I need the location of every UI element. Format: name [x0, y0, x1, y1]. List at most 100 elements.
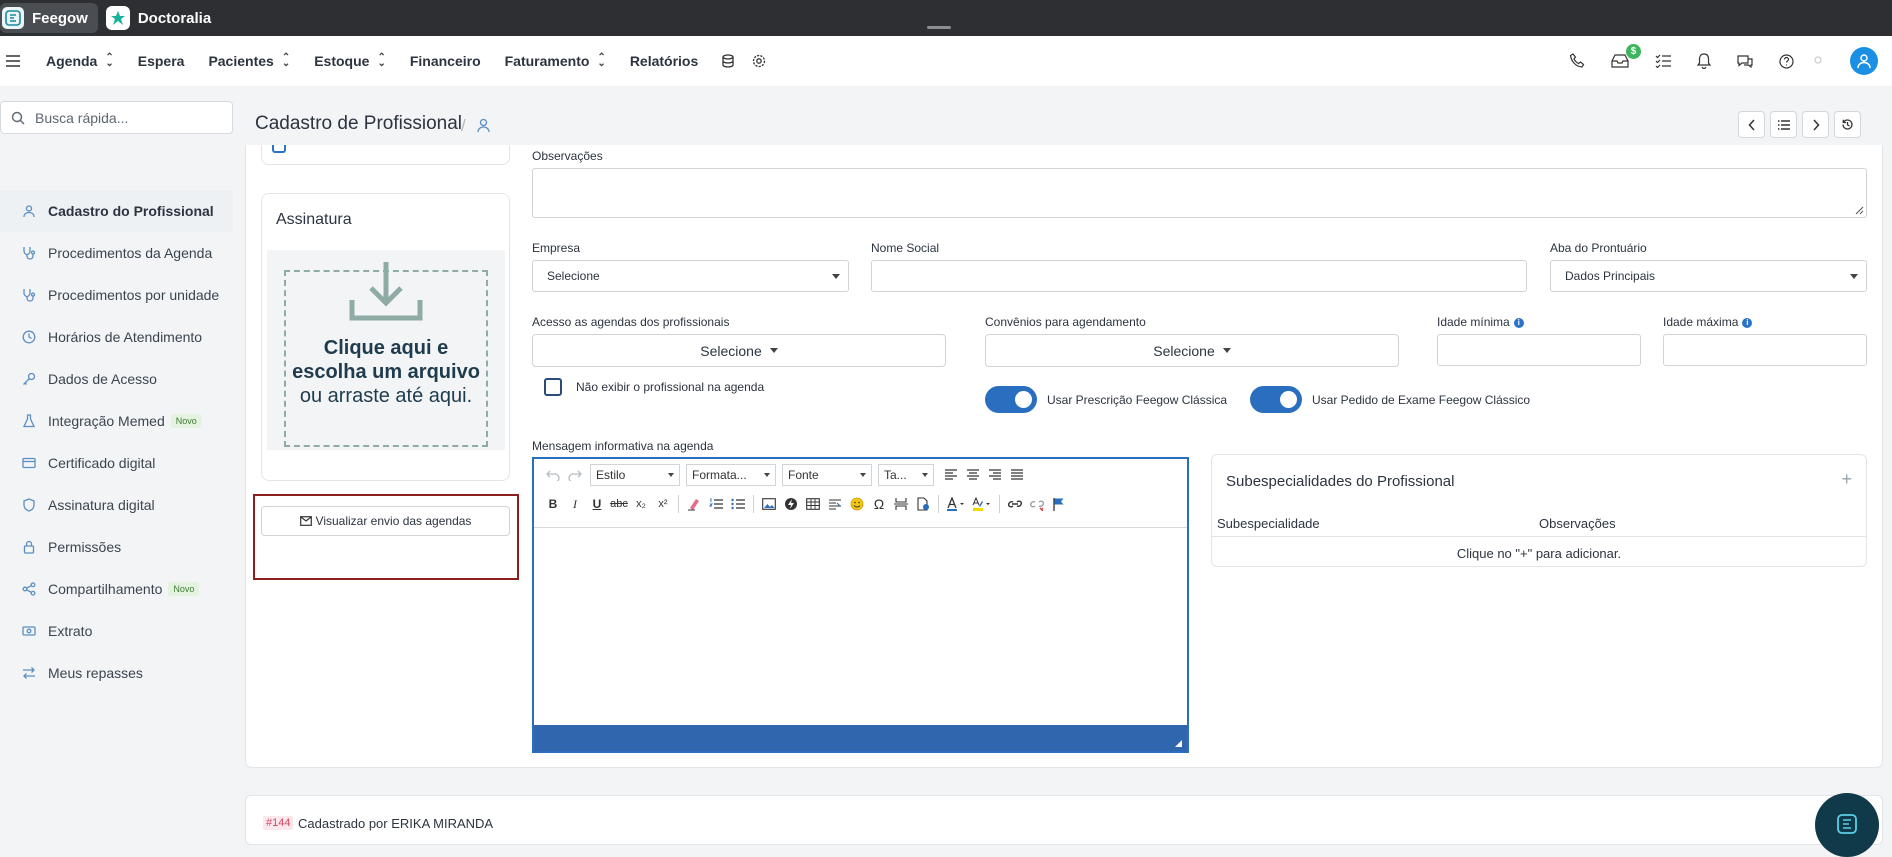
undo-icon[interactable]: [542, 464, 564, 486]
info-icon[interactable]: i: [1513, 318, 1524, 328]
checkbox-fragment[interactable]: [272, 145, 286, 153]
subscript-icon[interactable]: x₂: [630, 493, 652, 515]
sidebar-item-cadastro[interactable]: Cadastro do Profissional: [0, 190, 233, 232]
signature-dropzone[interactable]: Clique aqui e escolha um arquivo ou arra…: [267, 250, 505, 450]
nao-exibir-checkbox[interactable]: [544, 378, 562, 396]
size-dropdown[interactable]: Ta...: [878, 464, 934, 486]
empresa-select[interactable]: Selecione: [532, 260, 849, 292]
add-subspecialty-button[interactable]: +: [1841, 469, 1852, 490]
tab-doctoralia[interactable]: Doctoralia: [104, 3, 221, 33]
nav-espera[interactable]: Espera: [138, 53, 185, 69]
sidebar-item-horarios[interactable]: Horários de Atendimento: [0, 316, 233, 358]
resize-grip-icon[interactable]: [1174, 739, 1183, 748]
phone-icon[interactable]: [1569, 53, 1585, 69]
user-avatar[interactable]: [1850, 47, 1878, 75]
column-header-observacoes: Observações: [1539, 516, 1616, 531]
observacoes-textarea[interactable]: [532, 168, 1867, 218]
idade-maxima-input[interactable]: [1663, 334, 1867, 366]
hamburger-menu-icon[interactable]: [6, 55, 20, 67]
window-drag-handle[interactable]: [927, 26, 951, 29]
settings-gear-icon[interactable]: [752, 54, 766, 68]
nav-financeiro[interactable]: Financeiro: [410, 53, 481, 69]
table-icon[interactable]: [802, 493, 824, 515]
sidebar-item-extrato[interactable]: Extrato: [0, 610, 233, 652]
next-button[interactable]: [1802, 111, 1829, 138]
link-icon[interactable]: [1004, 493, 1026, 515]
anchor-flag-icon[interactable]: [1048, 493, 1070, 515]
bullet-list-icon[interactable]: [727, 493, 749, 515]
sort-chevron-icon: ⌃ ⌄: [377, 52, 386, 69]
quick-search[interactable]: [0, 101, 233, 134]
format-dropdown[interactable]: Formata...: [686, 464, 776, 486]
nav-estoque[interactable]: Estoque ⌃ ⌄: [314, 52, 386, 70]
sidebar-item-procedimentos-unidade[interactable]: Procedimentos por unidade: [0, 274, 233, 316]
smiley-icon[interactable]: [846, 493, 868, 515]
align-left-icon[interactable]: [940, 464, 962, 486]
numbered-list-icon[interactable]: [705, 493, 727, 515]
superscript-icon[interactable]: x²: [652, 493, 674, 515]
nav-relatorios[interactable]: Relatórios: [630, 53, 698, 69]
bell-icon[interactable]: [1697, 53, 1711, 69]
small-search-icon[interactable]: [1814, 56, 1824, 66]
flash-icon[interactable]: [780, 493, 802, 515]
floating-assistant-button[interactable]: [1815, 793, 1879, 857]
database-icon[interactable]: [722, 54, 734, 68]
nome-social-input[interactable]: [871, 260, 1527, 292]
history-button[interactable]: [1834, 111, 1861, 138]
sidebar-item-compartilhamento[interactable]: Compartilhamento Novo: [0, 568, 233, 610]
tab-feegow[interactable]: Feegow: [0, 3, 98, 33]
sidebar-item-dados-acesso[interactable]: Dados de Acesso: [0, 358, 233, 400]
resize-handle-icon[interactable]: [1855, 206, 1864, 215]
mensagem-label: Mensagem informativa na agenda: [532, 439, 714, 453]
underline-icon[interactable]: U: [586, 493, 608, 515]
nav-pacientes[interactable]: Pacientes ⌃ ⌄: [208, 53, 290, 70]
italic-icon[interactable]: I: [564, 493, 586, 515]
list-button[interactable]: [1770, 111, 1797, 138]
bold-icon[interactable]: B: [542, 493, 564, 515]
help-icon[interactable]: [1779, 53, 1794, 69]
horizontal-rule-icon[interactable]: [824, 493, 846, 515]
rich-text-editor[interactable]: Estilo Formata... Fonte Ta... B I U abc …: [532, 457, 1189, 753]
checklist-icon[interactable]: [1655, 54, 1671, 68]
sidebar-item-memed[interactable]: Integração Memed Novo: [0, 400, 233, 442]
nav-faturamento[interactable]: Faturamento ⌃ ⌄: [505, 52, 606, 70]
unlink-icon[interactable]: [1026, 493, 1048, 515]
idade-minima-input[interactable]: [1437, 334, 1641, 366]
page-break-icon[interactable]: [890, 493, 912, 515]
sidebar-item-procedimentos-agenda[interactable]: Procedimentos da Agenda: [0, 232, 233, 274]
redo-icon[interactable]: [564, 464, 586, 486]
editor-content-area[interactable]: [534, 527, 1187, 723]
align-right-icon[interactable]: [984, 464, 1006, 486]
align-justify-icon[interactable]: [1006, 464, 1028, 486]
sidebar-item-permissoes[interactable]: Permissões: [0, 526, 233, 568]
record-id-badge: #144: [263, 816, 294, 830]
strikethrough-icon[interactable]: abc: [608, 493, 630, 515]
align-center-icon[interactable]: [962, 464, 984, 486]
view-schedule-dispatch-button[interactable]: Visualizar envio das agendas: [261, 506, 510, 536]
sidebar-item-certificado[interactable]: Certificado digital: [0, 442, 233, 484]
text-color-icon[interactable]: [943, 493, 969, 515]
nav-agenda[interactable]: Agenda ⌃ ⌄: [46, 53, 114, 70]
font-dropdown[interactable]: Fonte: [782, 464, 872, 486]
inbox-icon[interactable]: $: [1611, 44, 1641, 68]
acesso-agendas-value: Selecione: [700, 342, 762, 359]
document-icon[interactable]: [912, 493, 934, 515]
search-input[interactable]: [35, 109, 215, 126]
chat-icon[interactable]: [1737, 54, 1753, 68]
acesso-agendas-select[interactable]: Selecione: [532, 334, 946, 367]
remove-format-icon[interactable]: [683, 493, 705, 515]
previous-button[interactable]: [1738, 111, 1765, 138]
sidebar-item-repasses[interactable]: Meus repasses: [0, 652, 233, 694]
sort-chevron-icon: ⌃ ⌄: [597, 52, 606, 69]
aba-prontuario-select[interactable]: Dados Principais: [1550, 260, 1867, 292]
style-dropdown[interactable]: Estilo: [590, 464, 680, 486]
info-icon[interactable]: i: [1742, 318, 1753, 328]
special-char-icon[interactable]: Ω: [868, 493, 890, 515]
convenios-select[interactable]: Selecione: [985, 334, 1399, 367]
pedido-exame-toggle[interactable]: [1250, 386, 1302, 413]
image-icon[interactable]: [758, 493, 780, 515]
sidebar-item-assinatura[interactable]: Assinatura digital: [0, 484, 233, 526]
prescricao-toggle[interactable]: [985, 386, 1037, 413]
sidebar-item-label: Procedimentos por unidade: [48, 287, 220, 303]
background-color-icon[interactable]: [969, 493, 995, 515]
